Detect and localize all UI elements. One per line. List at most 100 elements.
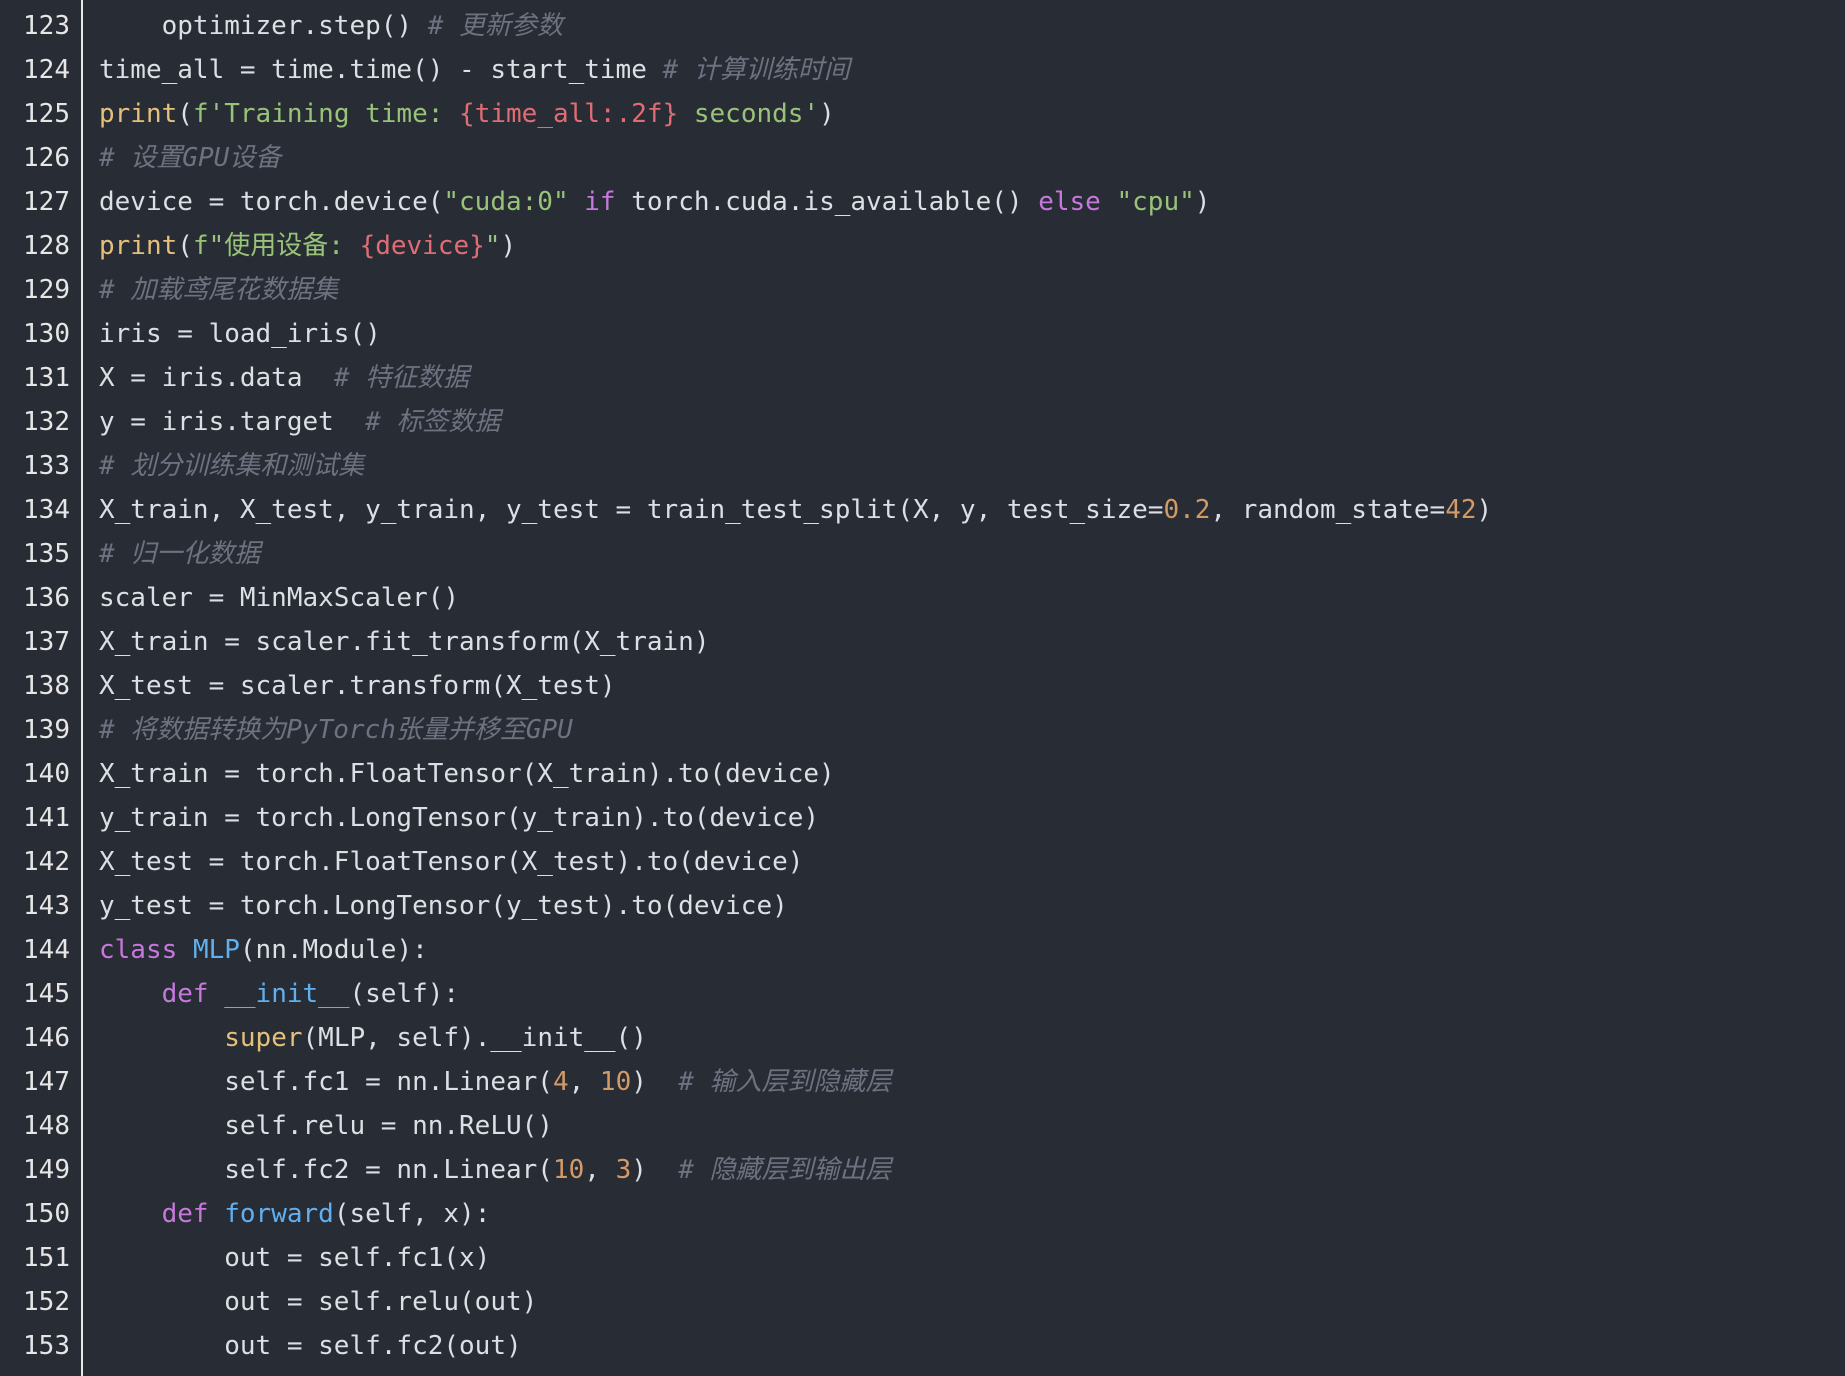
code-lines[interactable]: 123 optimizer.step() # 更新参数 124 time_all =… [0,4,1845,1368]
code-line[interactable]: 140 X_train = torch.FloatTensor(X_train).… [0,752,1845,796]
line-number: 138 [23,671,70,701]
code-line[interactable]: 148 self.relu = nn.ReLU() [0,1104,1845,1148]
line-code[interactable]: self.fc1 = nn.Linear(4, 10) # 输入层到隐藏层 [99,1060,891,1104]
line-code[interactable]: optimizer.step() # 更新参数 [99,4,563,48]
line-code[interactable]: def forward(self, x): [99,1192,491,1236]
code-line[interactable]: 137 X_train = scaler.fit_transform(X_trai… [0,620,1845,664]
line-code[interactable]: scaler = MinMaxScaler() [99,576,459,620]
code-line[interactable]: 126 # 设置GPU设备 [0,136,1845,180]
line-code[interactable]: # 归一化数据 [99,532,260,576]
code-line[interactable]: 136 scaler = MinMaxScaler() [0,576,1845,620]
line-code[interactable]: time_all = time.time() - start_time # 计算… [99,48,850,92]
code-token: out = self.relu(out) [99,1287,538,1317]
code-line[interactable]: 142 X_test = torch.FloatTensor(X_test).to… [0,840,1845,884]
line-number: 152 [23,1287,70,1317]
code-line[interactable]: 123 optimizer.step() # 更新参数 [0,4,1845,48]
code-line[interactable]: 151 out = self.fc1(x) [0,1236,1845,1280]
line-code[interactable]: # 将数据转换为PyTorch张量并移至GPU [99,708,573,752]
code-token: def [161,979,209,1009]
line-code[interactable]: X_test = torch.FloatTensor(X_test).to(de… [99,840,803,884]
line-code[interactable]: out = self.fc2(out) [99,1324,522,1368]
code-token: torch.cuda.is_available() [615,187,1039,217]
code-editor[interactable]: 123 optimizer.step() # 更新参数 124 time_all =… [0,0,1845,1376]
code-line[interactable]: 150 def forward(self, x): [0,1192,1845,1236]
line-number: 146 [23,1023,70,1053]
code-token: {device} [359,231,485,261]
line-code[interactable]: X_train, X_test, y_train, y_test = train… [99,488,1492,532]
code-comment: # 标签数据 [365,407,501,437]
line-number: 129 [23,275,70,305]
line-code[interactable]: self.relu = nn.ReLU() [99,1104,553,1148]
code-line[interactable]: 141 y_train = torch.LongTensor(y_train).t… [0,796,1845,840]
code-token: ) [500,231,517,261]
code-line[interactable]: 145 def __init__(self): [0,972,1845,1016]
line-code[interactable]: X_test = scaler.transform(X_test) [99,664,616,708]
line-code[interactable]: X_train = scaler.fit_transform(X_train) [99,620,709,664]
line-code[interactable]: out = self.fc1(x) [99,1236,490,1280]
code-line[interactable]: 152 out = self.relu(out) [0,1280,1845,1324]
code-token: self.fc2 = nn.Linear( [99,1155,553,1185]
line-code[interactable]: y = iris.target # 标签数据 [99,400,500,444]
code-line[interactable]: 144 class MLP(nn.Module): [0,928,1845,972]
line-code[interactable]: # 加载鸢尾花数据集 [99,268,338,312]
code-token: 4 [552,1067,569,1097]
line-code[interactable]: # 划分训练集和测试集 [99,444,364,488]
code-token: ) [819,99,835,129]
code-token: (nn.Module): [239,935,428,965]
code-line[interactable]: 146 super(MLP, self).__init__() [0,1016,1845,1060]
code-token: ) [1194,187,1211,217]
code-line[interactable]: 127 device = torch.device("cuda:0" if tor… [0,180,1845,224]
line-number: 139 [23,715,70,745]
code-line[interactable]: 130 iris = load_iris() [0,312,1845,356]
line-code[interactable]: print(f"使用设备: {device}") [99,224,516,268]
line-number: 140 [23,759,70,789]
code-line[interactable]: 125 print(f'Training time: {time_all:.2f}… [0,92,1845,136]
code-token: (MLP, self).__init__() [302,1023,647,1053]
code-line[interactable]: 149 self.fc2 = nn.Linear(10, 3) # 隐藏层到输出… [0,1148,1845,1192]
code-token: print [99,231,178,261]
code-token: X_train, X_test, y_train, y_test = train… [99,495,1164,525]
code-line[interactable]: 134 X_train, X_test, y_train, y_test = tr… [0,488,1845,532]
line-number: 153 [23,1331,70,1361]
code-token: __init__ [224,979,350,1009]
code-line[interactable]: 153 out = self.fc2(out) [0,1324,1845,1368]
line-code[interactable]: X = iris.data # 特征数据 [99,356,469,400]
code-token: (self, x): [333,1199,491,1229]
line-code[interactable]: print(f'Training time: {time_all:.2f} se… [99,92,835,136]
code-line[interactable]: 139 # 将数据转换为PyTorch张量并移至GPU [0,708,1845,752]
code-line[interactable]: 131 X = iris.data # 特征数据 [0,356,1845,400]
code-line[interactable]: 132 y = iris.target # 标签数据 [0,400,1845,444]
code-line[interactable]: 135 # 归一化数据 [0,532,1845,576]
line-code[interactable]: out = self.relu(out) [99,1280,537,1324]
code-line[interactable]: 143 y_test = torch.LongTensor(y_test).to(… [0,884,1845,928]
code-token: y_test = torch.LongTensor(y_test).to(dev… [99,891,788,921]
code-line[interactable]: 129 # 加载鸢尾花数据集 [0,268,1845,312]
code-token: X_train = scaler.fit_transform(X_train) [99,627,710,657]
line-code[interactable]: super(MLP, self).__init__() [99,1016,647,1060]
line-code[interactable]: iris = load_iris() [99,312,381,356]
line-code[interactable]: self.fc2 = nn.Linear(10, 3) # 隐藏层到输出层 [99,1148,891,1192]
code-comment: # 归一化数据 [99,539,261,569]
code-comment: # 划分训练集和测试集 [99,451,365,481]
code-token: ) [1476,495,1493,525]
code-token: , [568,1067,600,1097]
line-code[interactable]: X_train = torch.FloatTensor(X_train).to(… [99,752,835,796]
line-code[interactable]: # 设置GPU设备 [99,136,281,180]
line-code[interactable]: y_train = torch.LongTensor(y_train).to(d… [99,796,819,840]
line-code[interactable]: device = torch.device("cuda:0" if torch.… [99,180,1210,224]
code-token: ) [631,1155,679,1185]
code-line[interactable]: 138 X_test = scaler.transform(X_test) [0,664,1845,708]
line-number: 141 [23,803,70,833]
code-line[interactable]: 124 time_all = time.time() - start_time #… [0,48,1845,92]
code-token: 10 [552,1155,585,1185]
code-line[interactable]: 128 print(f"使用设备: {device}") [0,224,1845,268]
code-line[interactable]: 147 self.fc1 = nn.Linear(4, 10) # 输入层到隐藏… [0,1060,1845,1104]
line-code[interactable]: class MLP(nn.Module): [99,928,428,972]
code-token: X_test = torch.FloatTensor(X_test).to(de… [99,847,804,877]
line-code[interactable]: def __init__(self): [99,972,459,1016]
code-line[interactable]: 133 # 划分训练集和测试集 [0,444,1845,488]
line-code[interactable]: y_test = torch.LongTensor(y_test).to(dev… [99,884,788,928]
code-token: out = self.fc2(out) [99,1331,522,1361]
